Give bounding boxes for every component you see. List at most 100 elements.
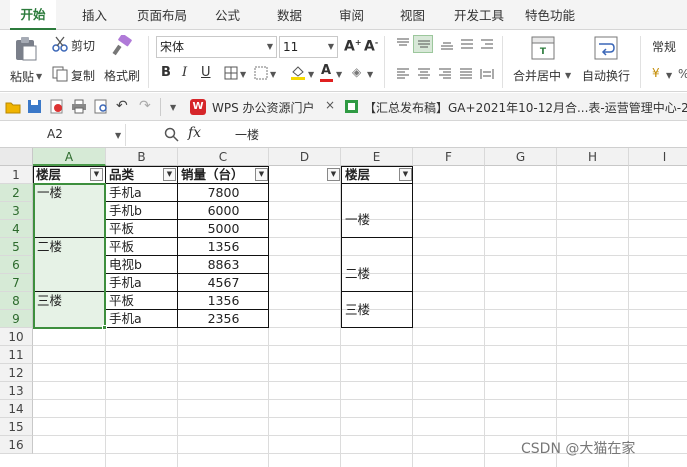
cell-c2[interactable]: 7800 [179, 184, 268, 202]
cell-c5[interactable]: 1356 [179, 238, 268, 256]
column-header-a[interactable]: A [33, 148, 106, 166]
indent-icon[interactable] [480, 38, 494, 50]
font-color-icon[interactable]: A [321, 63, 331, 78]
fx-button[interactable]: fx [188, 125, 201, 141]
chevron-down-icon[interactable]: ▼ [170, 103, 176, 112]
align-right-icon[interactable] [438, 68, 452, 80]
tab-data[interactable]: 数据 [277, 0, 302, 30]
row-header-13[interactable]: 13 [0, 382, 33, 400]
column-header-i[interactable]: I [629, 148, 687, 166]
print-icon[interactable] [71, 99, 87, 114]
row-header-12[interactable]: 12 [0, 364, 33, 382]
chevron-down-icon[interactable]: ▼ [270, 70, 276, 79]
row-header-8[interactable]: 8 [0, 292, 33, 310]
chevron-down-icon[interactable]: ▼ [308, 70, 314, 79]
row-header-4[interactable]: 4 [0, 220, 33, 238]
row-header-9[interactable]: 9 [0, 310, 33, 328]
row-header-16[interactable]: 16 [0, 436, 33, 454]
row-header-3[interactable]: 3 [0, 202, 33, 220]
save-icon[interactable] [27, 99, 42, 114]
align-center-icon[interactable] [417, 68, 431, 80]
align-top-icon[interactable] [396, 38, 410, 50]
fill-color-icon[interactable] [290, 64, 306, 81]
filter-dropdown-icon[interactable]: ▼ [399, 168, 412, 181]
filter-dropdown-icon[interactable]: ▼ [255, 168, 268, 181]
clear-format-icon[interactable]: ◈ [352, 65, 361, 79]
undo-icon[interactable]: ↶ [116, 98, 128, 114]
tab-page-layout[interactable]: 页面布局 [137, 0, 187, 30]
align-left-icon[interactable] [396, 68, 410, 80]
cell-style-icon[interactable] [254, 66, 268, 80]
filter-dropdown-icon[interactable]: ▼ [90, 168, 103, 181]
column-header-h[interactable]: H [557, 148, 629, 166]
tab-special-features[interactable]: 特色功能 [525, 0, 575, 30]
column-header-b[interactable]: B [106, 148, 178, 166]
cell-c4[interactable]: 5000 [179, 220, 268, 238]
doc-tab-wps-portal[interactable]: W WPS 办公资源门户 [186, 95, 328, 119]
column-header-f[interactable]: F [413, 148, 485, 166]
underline-icon[interactable]: U [201, 65, 211, 80]
row-header-10[interactable]: 10 [0, 328, 33, 346]
column-header-c[interactable]: C [178, 148, 269, 166]
doc-tab-summary[interactable]: 【汇总发布稿】GA+2021年10-12月合...表-运营管理中心-21 [364, 99, 687, 116]
borders-icon[interactable] [224, 66, 238, 80]
chevron-down-icon[interactable]: ▼ [36, 72, 42, 81]
cell-b4[interactable]: 平板 [107, 220, 177, 238]
wrap-text-button[interactable]: 自动换行 [582, 67, 630, 84]
row-header-1[interactable]: 1 [0, 166, 33, 184]
chevron-down-icon[interactable]: ▼ [565, 71, 571, 80]
cell-a2[interactable]: 一楼 [35, 184, 103, 202]
tab-developer[interactable]: 开发工具 [454, 0, 504, 30]
cell-c1[interactable]: 销量（台） [179, 166, 254, 184]
tab-insert[interactable]: 插入 [82, 0, 107, 30]
cell-a5[interactable]: 二楼 [35, 238, 103, 256]
chevron-down-icon[interactable]: ▼ [367, 70, 373, 79]
pdf-export-icon[interactable] [49, 99, 64, 114]
name-box[interactable]: A2 ▼ [0, 124, 126, 146]
tab-formulas[interactable]: 公式 [215, 0, 240, 30]
row-header-7[interactable]: 7 [0, 274, 33, 292]
cell-e1[interactable]: 楼层 [343, 166, 398, 184]
paste-button[interactable]: 粘贴 ▼ [6, 34, 46, 88]
select-all-corner[interactable] [0, 148, 33, 166]
cell-e8-merged[interactable]: 三楼 [343, 301, 411, 319]
chevron-down-icon[interactable]: ▼ [240, 70, 246, 79]
orientation-icon[interactable] [460, 38, 474, 50]
copy-button[interactable]: 复制 [71, 67, 95, 84]
formula-input[interactable]: 一楼 [235, 126, 259, 143]
column-header-e[interactable]: E [341, 148, 413, 166]
zoom-search-icon[interactable] [164, 127, 179, 142]
row-header-6[interactable]: 6 [0, 256, 33, 274]
cut-button[interactable]: 剪切 [71, 37, 95, 54]
italic-icon[interactable]: I [182, 65, 187, 80]
decrease-font-icon[interactable]: A- [364, 38, 378, 55]
row-header-15[interactable]: 15 [0, 418, 33, 436]
cell-b5[interactable]: 平板 [107, 238, 177, 256]
cell-c8[interactable]: 1356 [179, 292, 268, 310]
close-tab-icon[interactable]: × [325, 98, 335, 112]
cell-b6[interactable]: 电视b [107, 256, 177, 274]
column-header-d[interactable]: D [269, 148, 341, 166]
cell-e5-merged[interactable]: 二楼 [343, 256, 411, 292]
chevron-down-icon[interactable]: ▼ [666, 71, 672, 80]
tab-home[interactable]: 开始 [10, 0, 56, 30]
row-header-5[interactable]: 5 [0, 238, 33, 256]
cell-b3[interactable]: 手机b [107, 202, 177, 220]
merge-center-button[interactable]: 合并居中 [513, 67, 561, 84]
cell-c6[interactable]: 8863 [179, 256, 268, 274]
distributed-icon[interactable] [480, 68, 494, 80]
cell-c7[interactable]: 4567 [179, 274, 268, 292]
redo-icon[interactable]: ↷ [139, 98, 151, 114]
cell-b7[interactable]: 手机a [107, 274, 177, 292]
filter-dropdown-icon[interactable]: ▼ [327, 168, 340, 181]
row-header-11[interactable]: 11 [0, 346, 33, 364]
justify-icon[interactable] [459, 68, 473, 80]
spreadsheet-grid[interactable]: A B C D E F G H I 1 2 3 4 5 6 7 8 9 10 1… [0, 148, 687, 467]
cell-b1[interactable]: 品类 [107, 166, 162, 184]
filter-dropdown-icon[interactable]: ▼ [163, 168, 176, 181]
font-size-select[interactable]: 11 ▼ [279, 36, 338, 58]
column-header-g[interactable]: G [485, 148, 557, 166]
number-format-select[interactable]: 常规 [652, 38, 676, 55]
align-bottom-icon[interactable] [440, 38, 454, 50]
format-painter-button[interactable]: 格式刷 [104, 67, 140, 84]
